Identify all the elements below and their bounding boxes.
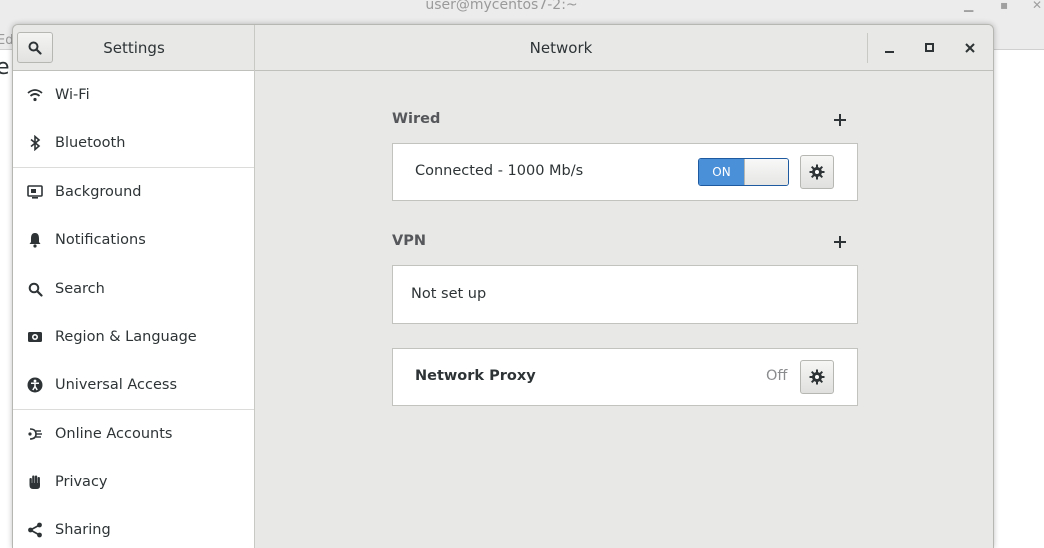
background-icon — [27, 184, 43, 200]
sidebar-item-search[interactable]: Search — [13, 265, 254, 313]
accessibility-icon — [27, 377, 43, 393]
close-button[interactable] — [959, 37, 981, 59]
sidebar-item-bluetooth[interactable]: Bluetooth — [13, 119, 254, 167]
plus-icon — [834, 236, 846, 248]
wifi-icon — [27, 87, 43, 103]
close-icon — [965, 43, 975, 53]
maximize-icon — [925, 43, 934, 52]
sidebar-title: Settings — [103, 39, 165, 57]
sidebar-header: Settings — [13, 25, 255, 71]
sidebar-item-label: Background — [55, 184, 142, 200]
sidebar-item-label: Notifications — [55, 232, 146, 248]
bell-icon — [27, 232, 43, 248]
background-window-title: user@mycentos7-2:~ — [425, 0, 578, 13]
sidebar-item-label: Privacy — [55, 474, 108, 490]
wired-status: Connected - 1000 Mb/s — [415, 163, 584, 179]
search-icon — [27, 281, 43, 297]
sidebar-item-privacy[interactable]: Privacy — [13, 458, 254, 506]
gear-icon — [809, 369, 825, 385]
toggle-on-label: ON — [699, 159, 744, 185]
settings-window: Settings Network Wi-Fi Bluetooth Backgro… — [12, 24, 994, 548]
page-title: Network — [529, 39, 593, 57]
add-wired-button[interactable] — [830, 110, 850, 130]
maximize-button[interactable] — [919, 37, 941, 59]
proxy-settings-button[interactable] — [800, 360, 834, 394]
wired-settings-button[interactable] — [800, 155, 834, 189]
minimize-icon — [885, 51, 894, 53]
background-window-titlebar: user@mycentos7-2:~ ▁ ▪ ✕ — [0, 0, 1044, 24]
sidebar-item-label: Wi-Fi — [55, 87, 90, 103]
sidebar-item-label: Sharing — [55, 522, 111, 538]
proxy-card[interactable]: Network Proxy Off — [392, 348, 858, 406]
sidebar-item-label: Region & Language — [55, 329, 197, 345]
sidebar-item-sharing[interactable]: Sharing — [13, 506, 254, 548]
region-icon — [27, 329, 43, 345]
sidebar-item-label: Online Accounts — [55, 426, 173, 442]
vpn-section-label: VPN — [392, 233, 426, 249]
vpn-status: Not set up — [411, 286, 487, 302]
online-accounts-icon — [27, 426, 43, 442]
plus-icon — [834, 114, 846, 126]
background-minimize-icon[interactable]: ▁ — [964, 0, 973, 12]
background-close-icon[interactable]: ✕ — [1032, 0, 1042, 12]
sidebar-item-background[interactable]: Background — [13, 168, 254, 216]
sidebar-item-wifi[interactable]: Wi-Fi — [13, 71, 254, 119]
wired-section-label: Wired — [392, 111, 441, 127]
sidebar-item-region[interactable]: Region & Language — [13, 313, 254, 361]
sidebar-item-online-accounts[interactable]: Online Accounts — [13, 410, 254, 458]
sidebar-item-label: Bluetooth — [55, 135, 126, 151]
hand-icon — [27, 474, 43, 490]
sidebar-item-universal-access[interactable]: Universal Access — [13, 361, 254, 409]
toggle-knob — [744, 159, 788, 185]
add-vpn-button[interactable] — [830, 232, 850, 252]
gear-icon — [809, 164, 825, 180]
minimize-button[interactable] — [879, 37, 901, 59]
bluetooth-icon — [27, 135, 43, 151]
wired-card: Connected - 1000 Mb/s ON — [392, 143, 858, 201]
header-separator — [867, 33, 868, 63]
sidebar-item-label: Search — [55, 281, 105, 297]
sidebar-item-notifications[interactable]: Notifications — [13, 216, 254, 264]
sidebar-item-label: Universal Access — [55, 377, 178, 393]
proxy-status: Off — [766, 368, 788, 384]
search-icon — [28, 41, 42, 55]
proxy-label: Network Proxy — [415, 368, 536, 384]
vpn-card: Not set up — [392, 265, 858, 324]
sidebar: Wi-Fi Bluetooth Background Notifications… — [13, 71, 255, 548]
background-maximize-icon[interactable]: ▪ — [1000, 0, 1008, 12]
share-icon — [27, 522, 43, 538]
background-text-fragment: e — [0, 55, 10, 80]
wired-toggle[interactable]: ON — [698, 158, 789, 186]
header-bar: Settings Network — [13, 25, 993, 71]
search-button[interactable] — [17, 32, 53, 63]
